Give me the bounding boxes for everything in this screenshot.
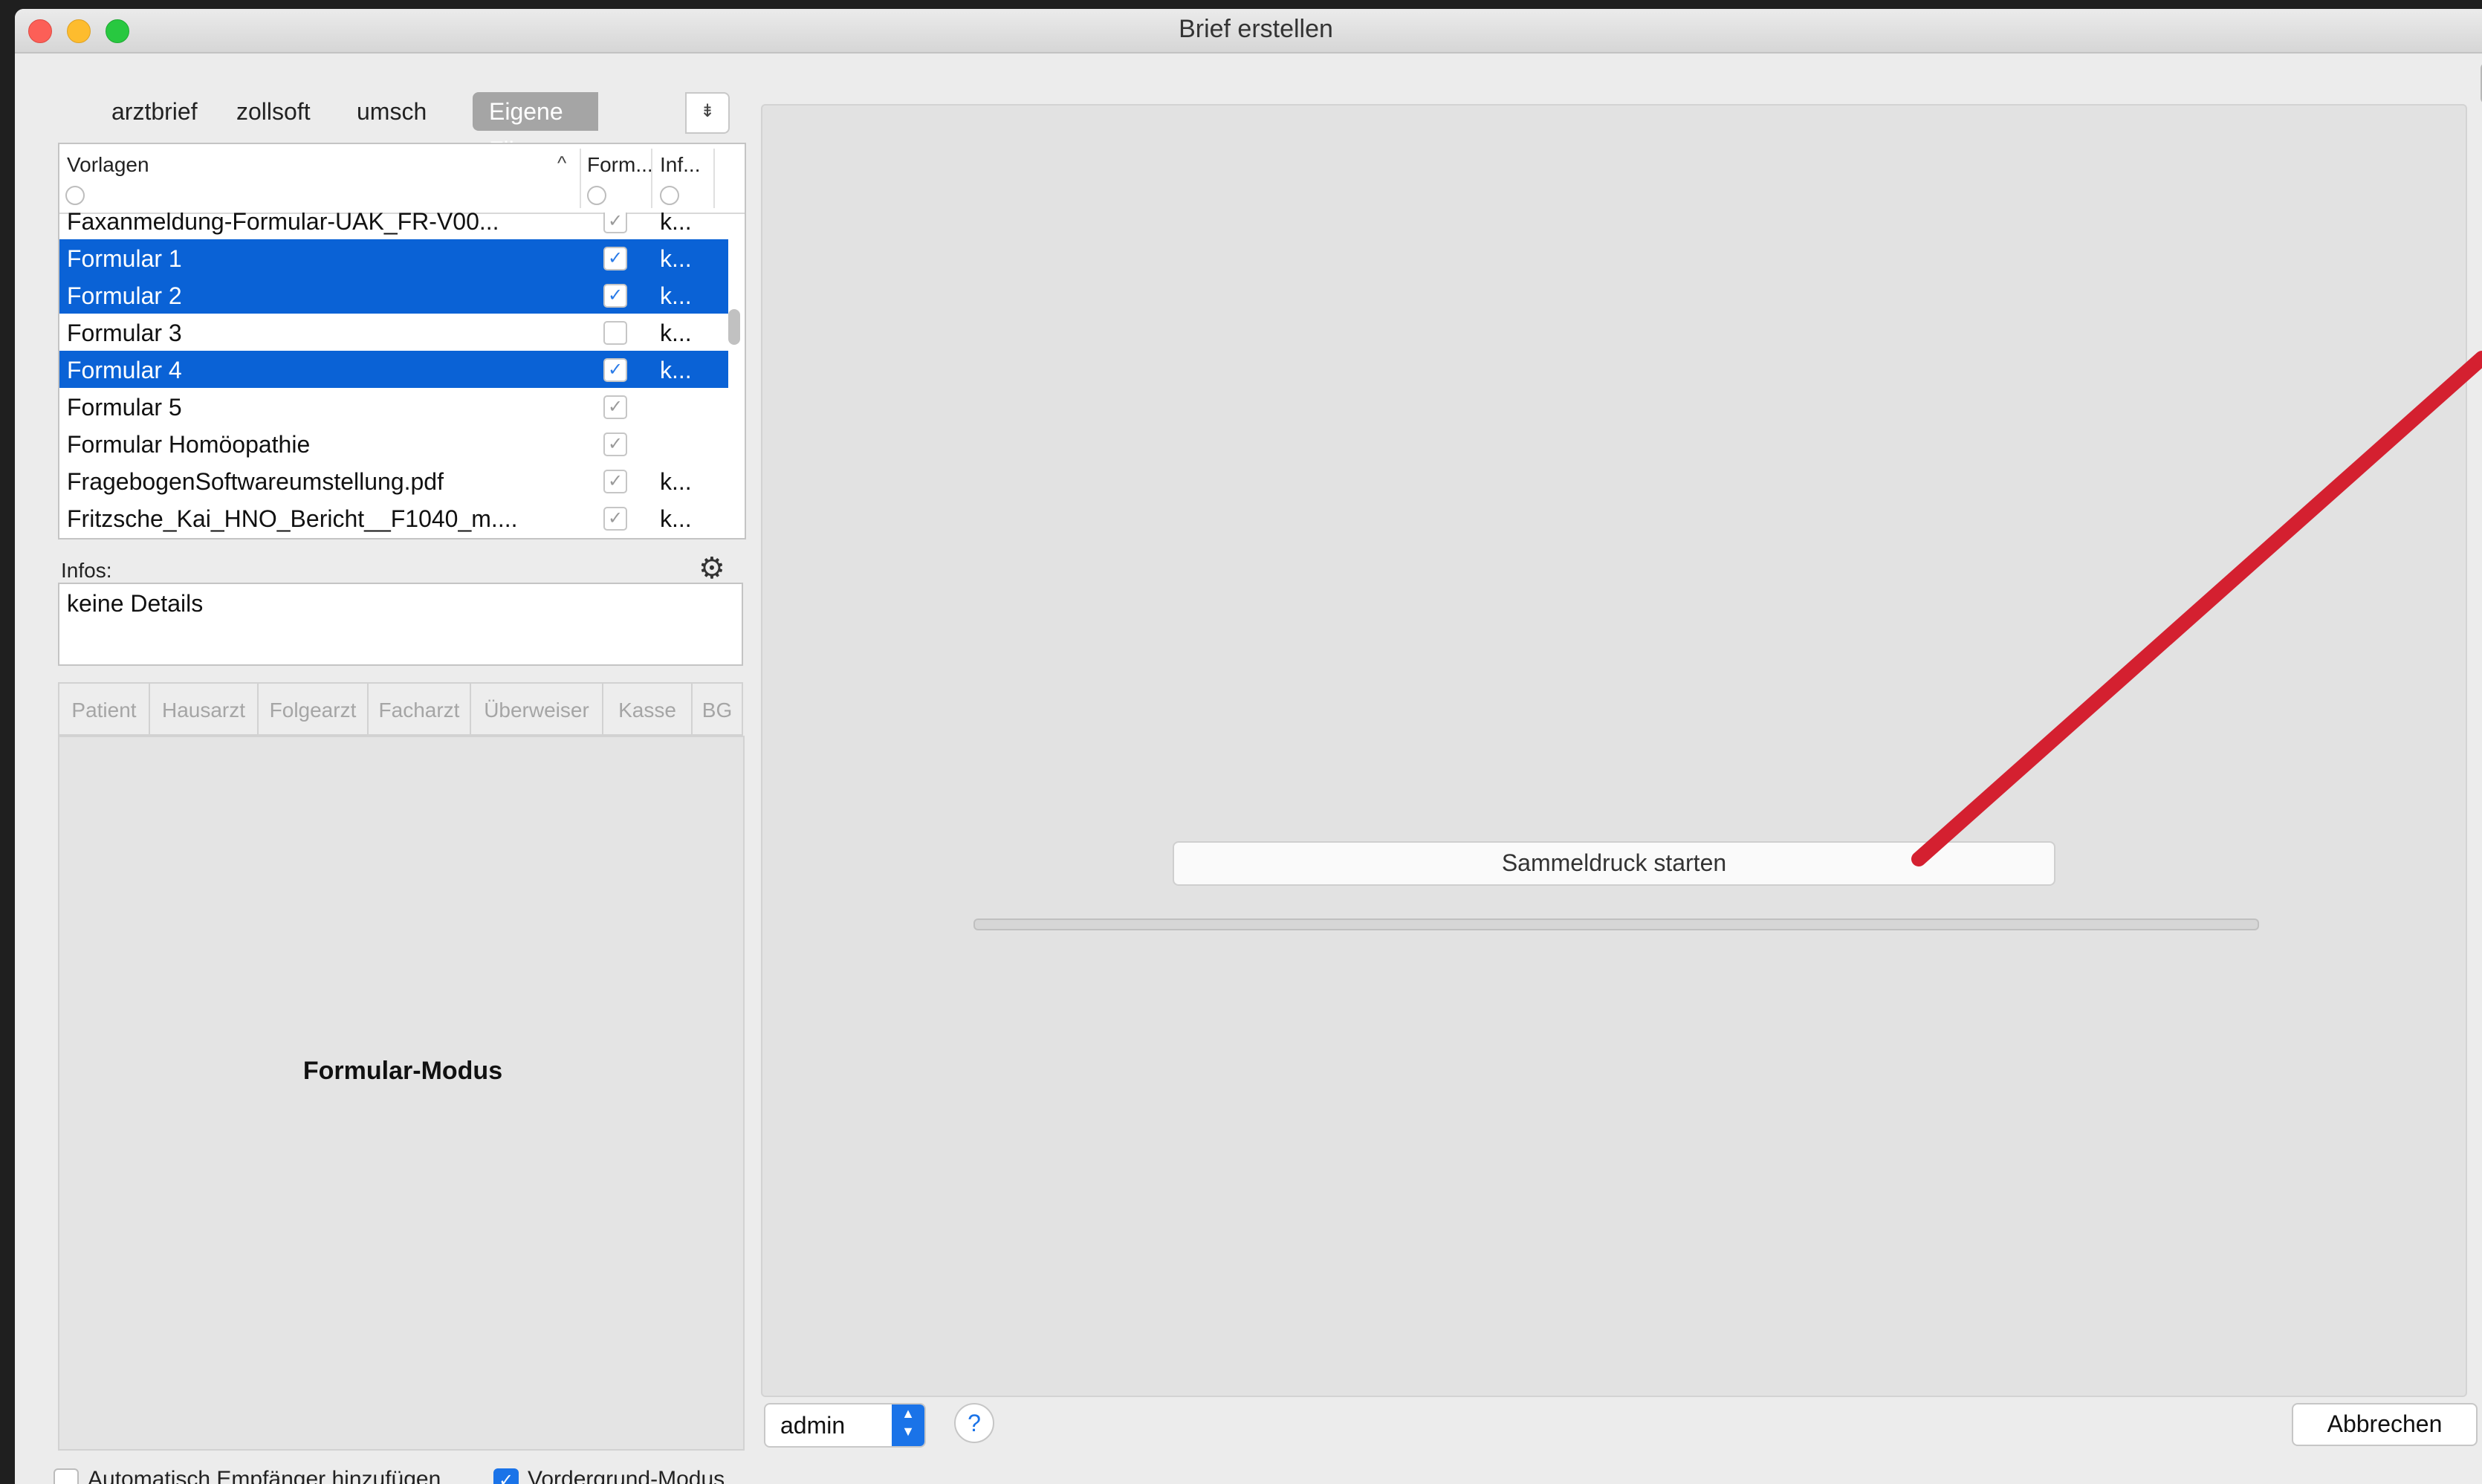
annotation-arrow	[1911, 351, 2482, 866]
annotation-arrow-line	[1911, 351, 2482, 866]
